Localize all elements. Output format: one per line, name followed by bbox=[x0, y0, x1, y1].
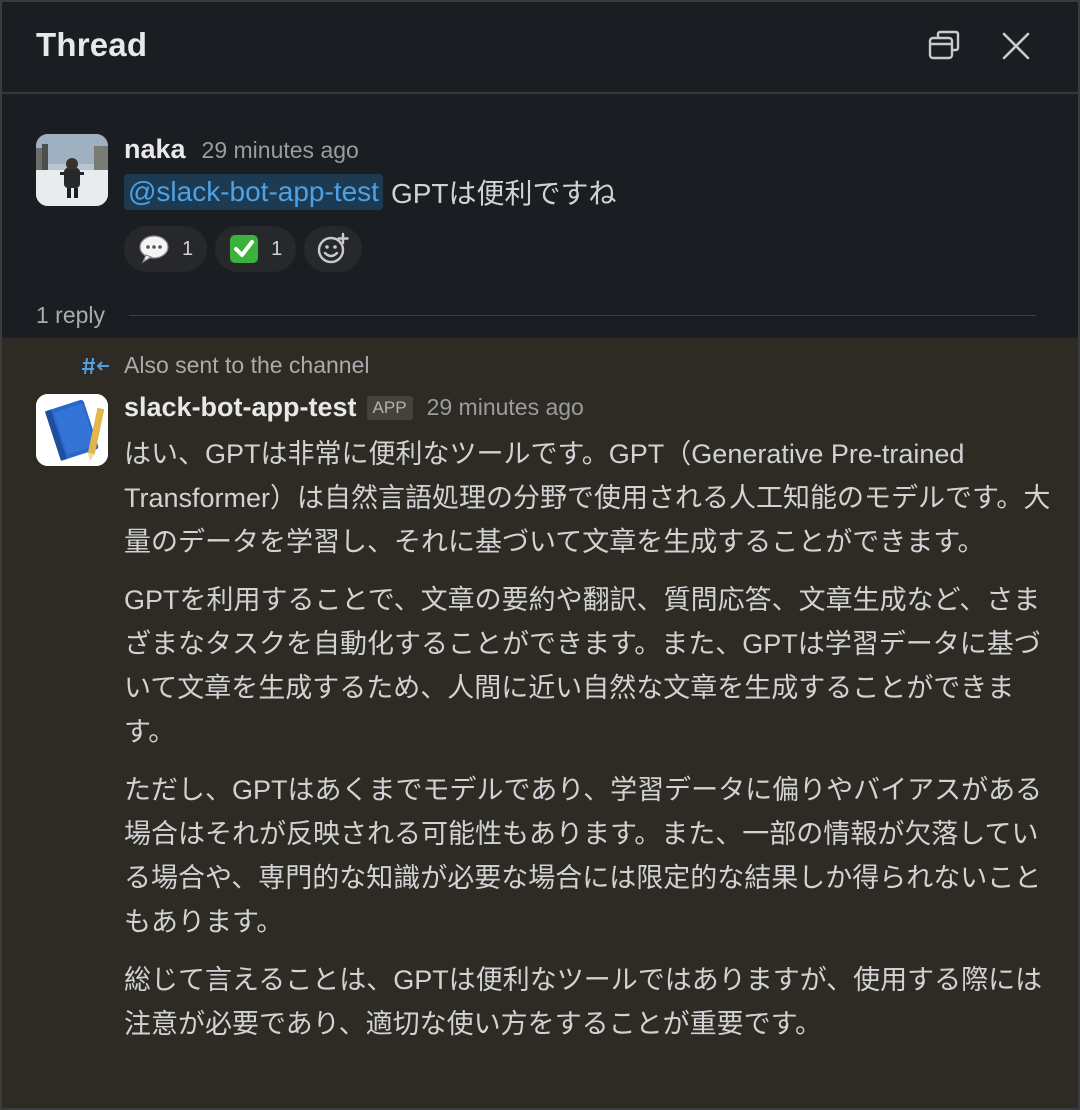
thread-title: Thread bbox=[36, 26, 148, 63]
also-sent-label: Also sent to the channel bbox=[124, 352, 370, 378]
popout-icon bbox=[928, 30, 960, 60]
close-button[interactable] bbox=[994, 24, 1038, 68]
divider-line bbox=[129, 315, 1036, 316]
also-sent-indicator[interactable]: Also sent to the channel bbox=[82, 352, 370, 379]
reply-timestamp[interactable]: 29 minutes ago bbox=[427, 394, 584, 421]
add-reaction-icon bbox=[318, 232, 349, 264]
user-mention[interactable]: @slack-bot-app-test bbox=[124, 174, 383, 210]
reply-count: 1 reply bbox=[36, 302, 106, 328]
user-photo-icon bbox=[36, 134, 108, 206]
thread-panel: Thread naka 29 minutes ago @slack-bot-ap… bbox=[0, 0, 1080, 1110]
notebook-app-icon bbox=[36, 394, 108, 466]
reply-divider: 1 reply bbox=[36, 302, 1036, 329]
reply-message: Also sent to the channel slack-bot-app-t… bbox=[2, 338, 1078, 1108]
close-icon bbox=[1002, 32, 1030, 60]
reply-header: slack-bot-app-test APP 29 minutes ago bbox=[124, 392, 584, 423]
bot-avatar[interactable] bbox=[36, 394, 108, 466]
reply-body: はい、GPTは非常に便利なツールです。GPT（Generative Pre-tr… bbox=[124, 432, 1054, 1060]
popout-button[interactable] bbox=[922, 24, 966, 68]
author-name[interactable]: naka bbox=[124, 134, 186, 165]
reply-paragraph: はい、GPTは非常に便利なツールです。GPT（Generative Pre-tr… bbox=[124, 439, 1051, 557]
message-timestamp[interactable]: 29 minutes ago bbox=[202, 137, 359, 164]
bot-name[interactable]: slack-bot-app-test bbox=[124, 392, 357, 423]
reply-paragraph: 総じて言えることは、GPTは便利なツールではありますが、使用する際には注意が必要… bbox=[124, 965, 1043, 1039]
reaction-bar: 1 1 bbox=[124, 226, 363, 272]
reply-paragraph: GPTを利用することで、文章の要約や翻訳、質問応答、文章生成など、さまざまなタス… bbox=[124, 585, 1041, 747]
message-text: @slack-bot-app-test GPTは便利ですね bbox=[124, 172, 617, 212]
reaction-count: 1 bbox=[271, 237, 283, 260]
channel-share-icon bbox=[82, 357, 109, 374]
thread-header: Thread bbox=[2, 2, 1078, 94]
add-reaction-button[interactable] bbox=[304, 226, 363, 272]
message-body: GPTは便利ですね bbox=[390, 178, 617, 209]
reaction-check-mark[interactable]: 1 bbox=[215, 226, 297, 272]
reply-paragraph: ただし、GPTはあくまでモデルであり、学習データに偏りやバイアスがある場合はそれ… bbox=[124, 775, 1043, 937]
app-badge: APP bbox=[366, 395, 413, 420]
white-check-mark-emoji bbox=[230, 235, 259, 263]
reaction-speech-bubble[interactable]: 1 bbox=[124, 226, 208, 272]
speech-bubble-emoji bbox=[139, 235, 169, 264]
message-header: naka 29 minutes ago bbox=[124, 134, 359, 165]
reaction-count: 1 bbox=[182, 237, 194, 260]
avatar[interactable] bbox=[36, 134, 108, 206]
